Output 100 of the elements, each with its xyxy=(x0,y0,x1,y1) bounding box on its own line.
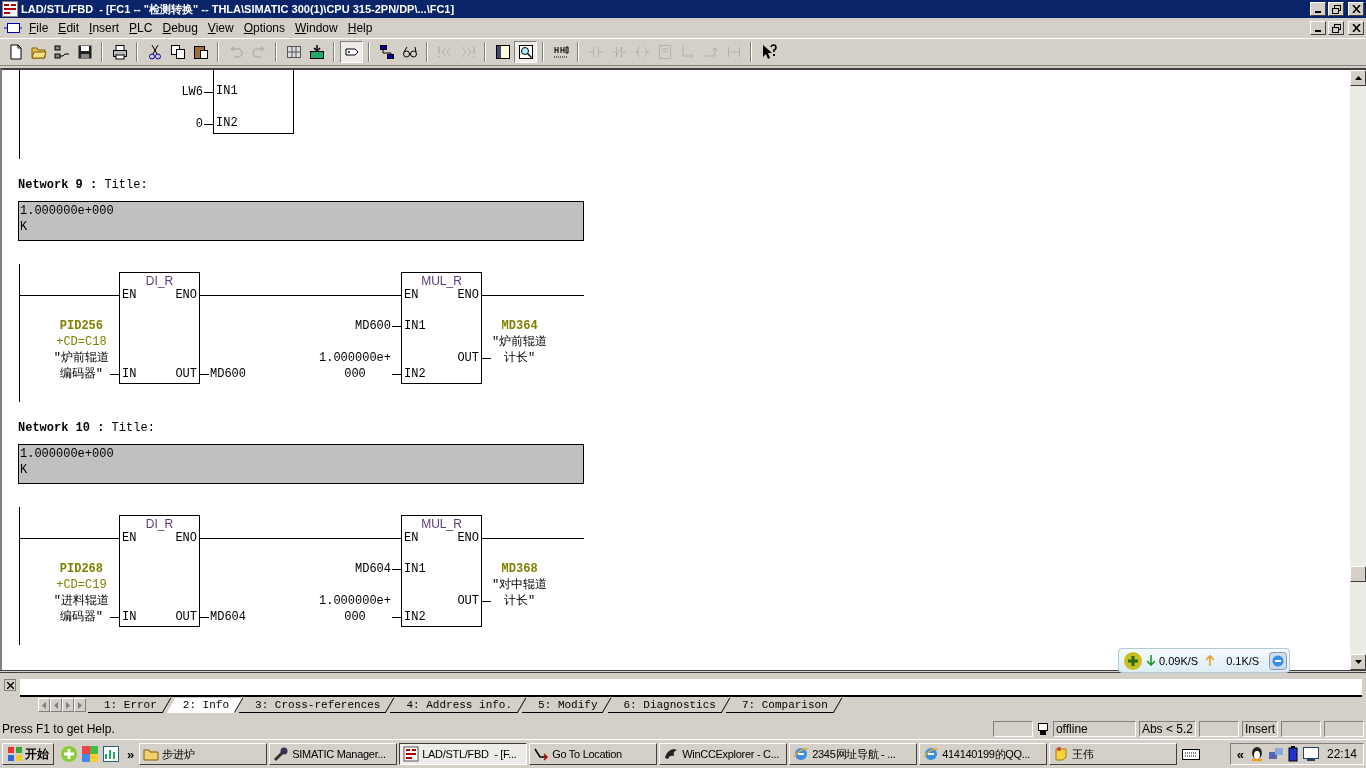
operand-label: LW6 xyxy=(181,84,203,100)
pin-label: OUT xyxy=(175,610,197,624)
operand-label: "进料辊道 xyxy=(53,593,109,609)
operand-comment: +CD=C18 xyxy=(56,334,107,350)
document-icon[interactable] xyxy=(4,21,22,35)
pin-label: ENO xyxy=(457,288,479,302)
detail-tab[interactable]: 7: Comparison xyxy=(727,697,840,713)
block-title: MUL_R xyxy=(421,517,462,531)
detail-tab[interactable]: 6: Diagnostics xyxy=(609,697,728,713)
close-icon xyxy=(6,681,14,689)
upload-speed: 0.1K/S xyxy=(1226,654,1260,667)
operand-label: "对中辊道 xyxy=(492,577,548,593)
block-title: MUL_R xyxy=(421,274,462,288)
battery-icon[interactable] xyxy=(1286,746,1299,762)
magnifier-icon[interactable] xyxy=(514,41,537,63)
up-arrow-icon xyxy=(1206,655,1215,666)
down-arrow-icon xyxy=(1147,655,1155,666)
taskbar-button[interactable]: SIMATIC Manager... xyxy=(269,743,398,765)
network-heading: Network 9 : Title: xyxy=(18,178,149,192)
operand-label: 000 xyxy=(344,609,366,625)
taskbar-button[interactable]: LAD/STL/FBD - [F... xyxy=(399,743,528,765)
operand-label: 000 xyxy=(344,366,366,382)
clock: 22:14 xyxy=(1326,747,1357,761)
pin-label: IN1 xyxy=(216,84,238,98)
pin-label: ENO xyxy=(457,531,479,545)
detail-tab[interactable]: 1: Error xyxy=(90,697,169,713)
menu-item[interactable]: Debug xyxy=(157,21,203,35)
close-icon xyxy=(1351,5,1361,13)
menu-item[interactable]: Help xyxy=(342,21,378,35)
taskbar-button[interactable]: 414140199的QQ... xyxy=(919,743,1048,765)
taskbar-button[interactable]: 2345网址导航 - ... xyxy=(789,743,918,765)
detail-tab[interactable]: 5: Modify xyxy=(524,697,610,713)
menu-item[interactable]: Edit xyxy=(53,21,85,35)
detail-tab[interactable]: 2: Info xyxy=(168,697,242,713)
tab-scroll-button[interactable] xyxy=(74,698,86,712)
taskbar-button[interactable]: WinCCExplorer - C... xyxy=(659,743,788,765)
more-button[interactable]: » xyxy=(124,746,138,762)
tool-icon xyxy=(273,746,290,762)
scroll-down-button[interactable] xyxy=(1350,654,1366,670)
operand-address: PID256 xyxy=(59,318,103,334)
operand-label: "炉前辊道 xyxy=(53,350,109,366)
status-pane xyxy=(1324,720,1364,737)
color-tiles-icon[interactable] xyxy=(81,745,99,763)
taskbar-button[interactable]: Go To Location xyxy=(529,743,658,765)
operand-label: MD600 xyxy=(210,366,246,382)
taskbar-button[interactable]: 王伟 xyxy=(1049,743,1178,765)
menu-item[interactable]: File xyxy=(24,21,54,35)
keyboard-icon[interactable] xyxy=(1182,747,1201,761)
folder-icon xyxy=(143,746,160,762)
function-block[interactable]: MUL_R EN IN1 IN2 ENO OUT xyxy=(401,515,482,627)
pin-label: IN1 xyxy=(404,562,426,576)
function-block[interactable]: DI_R EN IN ENO OUT xyxy=(119,272,200,384)
jump-arrow-icon xyxy=(533,746,550,762)
status-pane: offline xyxy=(1052,720,1136,737)
detail-tab[interactable]: 4: Address info. xyxy=(392,697,525,713)
pin-label: EN xyxy=(404,288,419,302)
pin-label: OUT xyxy=(457,351,479,365)
tray-expand-button[interactable]: « xyxy=(1234,746,1246,762)
pin-label: EN xyxy=(122,288,137,302)
minimize-button[interactable] xyxy=(1310,2,1326,16)
status-help-text: Press F1 to get Help. xyxy=(2,721,116,736)
operand-label: MD604 xyxy=(210,609,246,625)
comment-line: K xyxy=(20,219,28,235)
function-block[interactable]: DI_R EN IN ENO OUT xyxy=(119,515,200,627)
comment-line: K xyxy=(20,462,28,478)
operand-label: MD600 xyxy=(355,318,391,334)
plus-circle-icon[interactable] xyxy=(1123,650,1143,671)
scroll-thumb[interactable] xyxy=(1350,566,1366,582)
window-title: LAD/STL/FBD - [FC1 -- "检测转换" -- THLA\SIMATIC 300(1)\CPU 315-2PN/DP\...\FC1] xyxy=(21,1,456,17)
restore-button[interactable] xyxy=(1328,2,1344,16)
status-pane xyxy=(1199,720,1239,737)
network-comment[interactable]: 1.000000e+000 K xyxy=(18,444,584,484)
operand-address: PID268 xyxy=(59,561,103,577)
menu-item[interactable]: View xyxy=(202,21,239,35)
start-button[interactable]: 开始 xyxy=(2,743,54,765)
monitor-icon[interactable] xyxy=(1301,746,1320,762)
tab-scroll-button[interactable] xyxy=(50,698,62,712)
scroll-up-button[interactable] xyxy=(1350,70,1366,86)
menu-item[interactable]: Window xyxy=(290,21,343,35)
taskbar-button[interactable]: 步进炉 xyxy=(139,743,268,765)
operand-label: 计长" xyxy=(504,593,536,609)
chart-window-icon[interactable] xyxy=(102,745,120,763)
operand-label: 0 xyxy=(195,116,203,132)
network-computers-icon[interactable] xyxy=(1267,746,1284,762)
function-block[interactable]: IN1 IN2 xyxy=(213,70,294,134)
close-button[interactable] xyxy=(4,679,16,691)
network-comment[interactable]: 1.000000e+000 K xyxy=(18,201,584,241)
menu-item[interactable]: Insert xyxy=(84,21,125,35)
comment-line: 1.000000e+000 xyxy=(20,446,114,462)
operand-label: MD604 xyxy=(355,561,391,577)
restore-button[interactable] xyxy=(1328,21,1344,35)
menu-item[interactable]: PLC xyxy=(124,21,158,35)
tab-scroll-button[interactable] xyxy=(62,698,74,712)
function-block[interactable]: MUL_R EN IN1 IN2 ENO OUT xyxy=(401,272,482,384)
detail-tab[interactable]: 3: Cross-references xyxy=(241,697,393,713)
tab-scroll-button[interactable] xyxy=(38,698,50,712)
menu-item[interactable]: Options xyxy=(238,21,290,35)
pin-label: ENO xyxy=(175,531,197,545)
tag-icon[interactable] xyxy=(340,41,363,63)
minimize-button[interactable] xyxy=(1310,21,1326,35)
